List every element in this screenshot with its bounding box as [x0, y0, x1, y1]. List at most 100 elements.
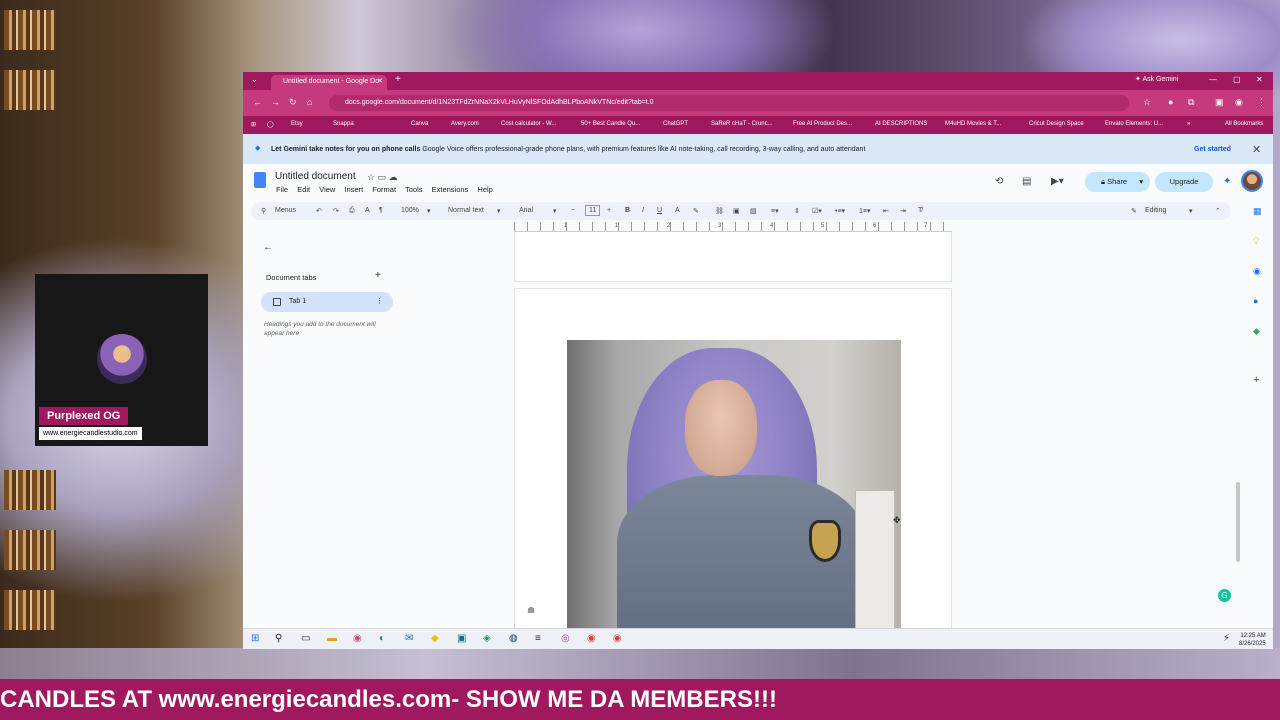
spellcheck-icon[interactable]: A: [365, 207, 370, 214]
indent-increase-icon[interactable]: ⇥: [900, 207, 906, 215]
clear-format-icon[interactable]: T̸: [918, 207, 922, 214]
tab-menu-icon[interactable]: ⌄: [251, 75, 258, 84]
menu-insert[interactable]: Insert: [344, 185, 363, 194]
minimize-icon[interactable]: —: [1209, 75, 1217, 84]
menu-help[interactable]: Help: [477, 185, 492, 194]
more-menu-icon[interactable]: ⋮: [1257, 97, 1266, 108]
comment-icon[interactable]: ▣: [733, 207, 740, 215]
zoom-select[interactable]: 100%: [401, 207, 419, 214]
increase-size-icon[interactable]: +: [607, 207, 611, 214]
extension-icon[interactable]: ●: [1168, 97, 1173, 107]
menu-format[interactable]: Format: [372, 185, 396, 194]
bookmark-crunchbase[interactable]: SaReR cHaT - Crunc...: [711, 121, 773, 127]
align-icon[interactable]: ≡▾: [771, 207, 779, 215]
print-icon[interactable]: ⎙: [349, 207, 355, 215]
file-explorer-icon[interactable]: ▬: [327, 633, 337, 644]
ruler[interactable]: [514, 222, 952, 232]
maps-icon[interactable]: ◆: [1253, 326, 1260, 337]
chevron-right-icon[interactable]: »: [1187, 121, 1190, 127]
app-icon[interactable]: ◎: [561, 633, 570, 644]
ask-gemini-button[interactable]: ✦ Ask Gemini: [1135, 75, 1178, 83]
bulleted-list-icon[interactable]: •≡▾: [835, 207, 845, 215]
chrome-icon[interactable]: ◉: [613, 633, 622, 644]
explore-icon[interactable]: ☗: [527, 605, 535, 616]
grammarly-icon[interactable]: G: [1218, 589, 1231, 602]
bookmark-ai-descriptions[interactable]: AI DESCRIPTIONS: [875, 121, 927, 127]
outlook-icon[interactable]: ✉: [405, 633, 413, 644]
url-bar[interactable]: docs.google.com/document/d/1N23TFdZrNNaX…: [329, 95, 1129, 111]
calendar-icon[interactable]: ▦: [1253, 206, 1262, 217]
system-clock[interactable]: 12:25 AM 8/26/2025: [1239, 632, 1266, 648]
back-arrow-icon[interactable]: ←: [263, 242, 273, 253]
app-icon[interactable]: ◍: [509, 633, 518, 644]
star-icon[interactable]: ☆: [367, 172, 375, 182]
cloud-status-icon[interactable]: ☁: [389, 172, 398, 182]
bookmark-candle-quotes[interactable]: 50+ Best Candle Qu...: [581, 121, 640, 127]
edge-icon[interactable]: ◐: [379, 633, 385, 644]
get-started-button[interactable]: Get started: [1194, 146, 1231, 153]
close-icon[interactable]: ✕: [1252, 143, 1261, 156]
bookmark-cost-calculator[interactable]: Cost calculator - W...: [501, 121, 556, 127]
highlight-icon[interactable]: ✎: [693, 207, 699, 215]
bookmark-canva[interactable]: Canva: [411, 121, 428, 127]
menu-extensions[interactable]: Extensions: [432, 185, 469, 194]
font-select[interactable]: Arial: [519, 207, 533, 214]
move-folder-icon[interactable]: ▭: [378, 172, 387, 182]
forward-arrow-icon[interactable]: →: [271, 97, 280, 107]
new-tab-button[interactable]: +: [395, 74, 401, 85]
bookmark-chatgpt[interactable]: ChatGPT: [663, 121, 688, 127]
apps-icon[interactable]: ⊞: [251, 121, 256, 128]
scrollbar[interactable]: [1236, 482, 1240, 562]
app-icon[interactable]: ▣: [457, 633, 466, 644]
gemini-spark-icon[interactable]: ✦: [1223, 176, 1231, 187]
link-icon[interactable]: ⛓: [715, 207, 724, 215]
tasks-icon[interactable]: ◉: [1253, 266, 1261, 277]
windows-start-icon[interactable]: ⊞: [251, 633, 259, 644]
extensions-puzzle-icon[interactable]: ⧉: [1188, 97, 1194, 108]
tab-untitled-document[interactable]: Untitled document - Google Do ✕: [271, 75, 387, 90]
chevron-down-icon[interactable]: ▾: [427, 207, 431, 215]
meet-icon[interactable]: ▶▾: [1051, 176, 1064, 187]
back-arrow-icon[interactable]: ←: [253, 97, 262, 107]
bookmark-snappa[interactable]: Snappa: [333, 121, 354, 127]
all-bookmarks[interactable]: All Bookmarks: [1225, 121, 1263, 127]
comments-icon[interactable]: ▤: [1022, 176, 1031, 187]
chrome-icon[interactable]: ◉: [587, 633, 596, 644]
home-icon[interactable]: ⌂: [307, 97, 312, 107]
contacts-icon[interactable]: ●: [1253, 296, 1258, 306]
menu-tools[interactable]: Tools: [405, 185, 423, 194]
bold-icon[interactable]: B: [625, 207, 630, 214]
numbered-list-icon[interactable]: 1≡▾: [859, 207, 871, 215]
bookmark-ai-product[interactable]: Free AI Product Des...: [793, 121, 852, 127]
indent-decrease-icon[interactable]: ⇤: [883, 207, 889, 215]
bookmark-envato[interactable]: Envato Elements: U...: [1105, 121, 1163, 127]
chevron-down-icon[interactable]: ▾: [553, 207, 557, 215]
bookmark-cricut[interactable]: Cricut Design Space: [1029, 121, 1084, 127]
bookmark-avery[interactable]: Avery.com: [451, 121, 479, 127]
extension-icon[interactable]: ▣: [1215, 97, 1224, 108]
style-select[interactable]: Normal text: [448, 207, 484, 214]
add-on-plus-icon[interactable]: +: [1253, 374, 1259, 386]
add-tab-icon[interactable]: +: [375, 270, 381, 281]
profile-icon[interactable]: ◉: [1235, 97, 1243, 108]
search-icon[interactable]: ◯: [267, 121, 274, 128]
chevron-down-icon[interactable]: ▾: [1189, 207, 1193, 215]
text-color-icon[interactable]: A: [675, 207, 680, 214]
menu-edit[interactable]: Edit: [297, 185, 310, 194]
editing-mode-select[interactable]: Editing: [1145, 207, 1166, 214]
docs-logo-icon[interactable]: [254, 172, 266, 188]
avatar[interactable]: [1241, 170, 1263, 192]
document-title[interactable]: Untitled document: [275, 171, 356, 182]
paint-format-icon[interactable]: ¶: [379, 207, 383, 214]
inserted-image[interactable]: [567, 340, 901, 636]
menu-file[interactable]: File: [276, 185, 288, 194]
app-icon[interactable]: ≡: [535, 633, 541, 644]
history-icon[interactable]: ⟲: [995, 176, 1003, 187]
decrease-size-icon[interactable]: −: [571, 207, 575, 214]
share-button[interactable]: 🔒︎ Share ▾: [1085, 172, 1150, 192]
underline-icon[interactable]: U: [657, 207, 662, 214]
keep-icon[interactable]: 💡︎: [1253, 236, 1259, 247]
bookmark-star-icon[interactable]: ☆: [1143, 97, 1151, 108]
snapchat-icon[interactable]: ◆: [431, 633, 439, 644]
maximize-icon[interactable]: ▢: [1233, 75, 1241, 84]
